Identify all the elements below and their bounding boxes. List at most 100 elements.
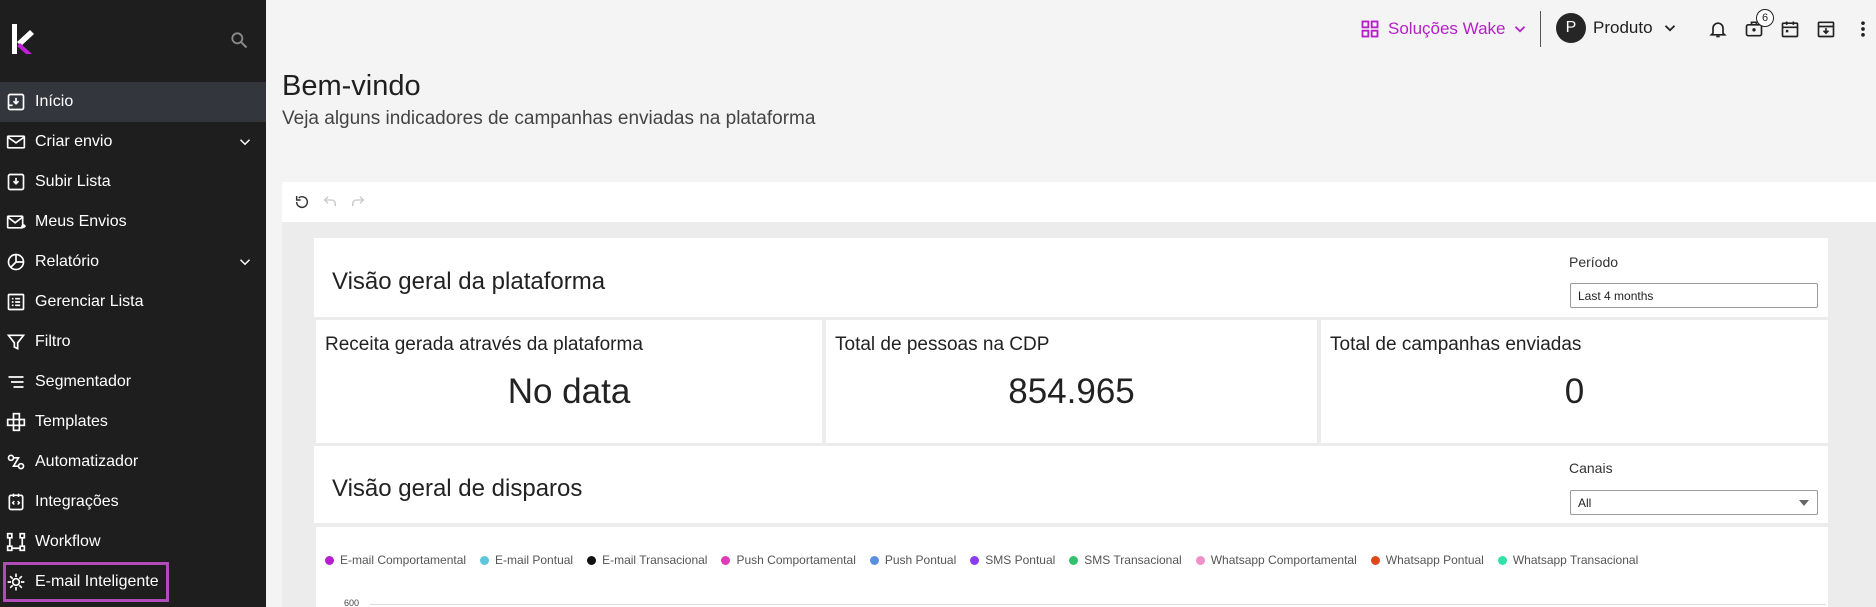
sidebar-item-label: Workflow: [35, 533, 101, 550]
sidebar-item-relatorio[interactable]: Relatório: [0, 242, 266, 282]
legend-label: E-mail Transacional: [602, 553, 708, 567]
legend-label: Whatsapp Pontual: [1385, 553, 1484, 567]
sidebar-item-label: Meus Envios: [35, 213, 127, 230]
legend-item[interactable]: E-mail Pontual: [480, 553, 573, 567]
mail-icon: [5, 131, 27, 153]
notifications-button[interactable]: [1706, 17, 1730, 41]
legend-item[interactable]: Push Pontual: [869, 553, 957, 567]
redo-button[interactable]: [344, 188, 372, 216]
user-menu-button[interactable]: P Produto: [1556, 13, 1679, 43]
legend-item[interactable]: E-mail Comportamental: [325, 553, 466, 567]
dashboard-toolbar: [282, 182, 1876, 222]
legend-label: Push Comportamental: [736, 553, 856, 567]
legend-item[interactable]: Whatsapp Transacional: [1497, 553, 1639, 567]
legend-dot: [1069, 555, 1079, 565]
period-input[interactable]: Last 4 months: [1570, 283, 1818, 308]
dispatch-overview-title: Visão geral de disparos: [332, 475, 583, 502]
kpi-value: 854.965: [1008, 372, 1135, 411]
page-subtitle: Veja alguns indicadores de campanhas env…: [282, 108, 816, 129]
legend-label: Push Pontual: [884, 553, 957, 567]
sidebar-nav: Início Criar envio Subir Lista Meus Envi…: [0, 82, 266, 602]
solutions-menu-label: Soluções Wake: [1388, 19, 1506, 38]
topbar-divider: [1540, 11, 1541, 47]
sidebar-item-label: Início: [35, 93, 74, 110]
calendar-button[interactable]: [1778, 17, 1802, 41]
channels-label: Canais: [1569, 460, 1613, 476]
archive-download-icon: [1817, 21, 1835, 38]
legend-label: SMS Transacional: [1084, 553, 1182, 567]
sidebar-item-automatizador[interactable]: Automatizador: [0, 442, 266, 482]
segment-icon: [5, 371, 27, 393]
tasks-button[interactable]: 6: [1742, 9, 1774, 41]
list-icon: [5, 291, 27, 313]
automation-icon: [5, 451, 27, 473]
calendar-icon: [1781, 21, 1799, 38]
redo-icon: [352, 196, 365, 206]
user-menu-label: Produto: [1593, 18, 1653, 37]
avatar: P: [1556, 13, 1586, 43]
sidebar-item-label: Relatório: [35, 253, 100, 270]
top-bar: Soluções Wake P Produto 6: [266, 0, 1876, 58]
legend-dot: [869, 555, 879, 565]
undo-button[interactable]: [316, 188, 344, 216]
sidebar-item-email-inteligente[interactable]: E-mail Inteligente: [3, 562, 169, 602]
legend-dot: [325, 555, 334, 565]
sidebar-item-label: Filtro: [35, 333, 71, 350]
more-options-button[interactable]: [1856, 17, 1870, 41]
undo-icon: [323, 196, 336, 206]
sidebar-item-label: E-mail Inteligente: [35, 573, 159, 590]
legend-item[interactable]: Whatsapp Comportamental: [1195, 553, 1357, 567]
kpi-title: Total de campanhas enviadas: [1330, 334, 1582, 355]
legend-dot: [1497, 555, 1507, 565]
solutions-menu-button[interactable]: Soluções Wake: [1360, 16, 1537, 42]
legend-dot: [1370, 555, 1380, 565]
caret-down-icon: [1799, 500, 1809, 506]
sidebar-item-gerenciar-lista[interactable]: Gerenciar Lista: [0, 282, 266, 322]
archive-button[interactable]: [1814, 17, 1838, 41]
legend-label: Whatsapp Comportamental: [1210, 553, 1357, 567]
refresh-button[interactable]: [288, 188, 316, 216]
more-vertical-icon: [1861, 21, 1865, 37]
page-title: Bem-vindo: [282, 70, 421, 102]
logo-icon[interactable]: [12, 24, 34, 54]
sidebar-item-subir-lista[interactable]: Subir Lista: [0, 162, 266, 202]
platform-overview-title: Visão geral da plataforma: [332, 268, 606, 295]
kpi-value: No data: [507, 372, 631, 411]
sidebar-item-workflow[interactable]: Workflow: [0, 522, 266, 562]
legend-label: E-mail Comportamental: [340, 553, 467, 567]
legend-item[interactable]: Push Comportamental: [721, 553, 856, 567]
channels-select[interactable]: All: [1570, 490, 1818, 515]
kpi-card-cdp-people: Total de pessoas na CDP 854.965: [826, 320, 1317, 443]
dispatch-chart-panel: [316, 527, 1828, 607]
platform-overview-panel: Visão geral da plataforma Período Last 4…: [314, 238, 1828, 317]
legend-item[interactable]: E-mail Transacional: [587, 553, 707, 567]
mail-sent-icon: [5, 211, 27, 233]
legend-dot: [970, 555, 980, 565]
sidebar-item-label: Automatizador: [35, 453, 139, 470]
kpi-title: Receita gerada através da plataforma: [325, 334, 643, 355]
grid-icon: [1361, 20, 1379, 38]
sidebar-item-criar-envio[interactable]: Criar envio: [0, 122, 266, 162]
sidebar-item-meus-envios[interactable]: Meus Envios: [0, 202, 266, 242]
legend-item[interactable]: SMS Pontual: [970, 553, 1055, 567]
sidebar-item-label: Templates: [35, 413, 108, 430]
chevron-down-icon[interactable]: [236, 133, 254, 151]
sidebar-item-label: Segmentador: [35, 373, 132, 390]
kpi-title: Total de pessoas na CDP: [835, 334, 1050, 355]
period-value: Last 4 months: [1578, 289, 1654, 303]
sidebar-item-filtro[interactable]: Filtro: [0, 322, 266, 362]
sidebar-item-label: Subir Lista: [35, 173, 111, 190]
legend-item[interactable]: SMS Transacional: [1069, 553, 1182, 567]
chevron-down-icon[interactable]: [236, 253, 254, 271]
sidebar-item-templates[interactable]: Templates: [0, 402, 266, 442]
legend-item[interactable]: Whatsapp Pontual: [1370, 553, 1484, 567]
sidebar-item-integracoes[interactable]: Integrações: [0, 482, 266, 522]
chart-gridline: [370, 604, 1826, 605]
legend-label: Whatsapp Transacional: [1512, 553, 1639, 567]
sidebar-item-segmentador[interactable]: Segmentador: [0, 362, 266, 402]
search-icon[interactable]: [229, 30, 249, 50]
workflow-icon: [5, 531, 27, 553]
sidebar-item-inicio[interactable]: Início: [0, 82, 266, 122]
sidebar-item-label: Integrações: [35, 493, 119, 510]
chart-legend: E-mail Comportamental E-mail Pontual E-mai…: [325, 553, 1652, 567]
